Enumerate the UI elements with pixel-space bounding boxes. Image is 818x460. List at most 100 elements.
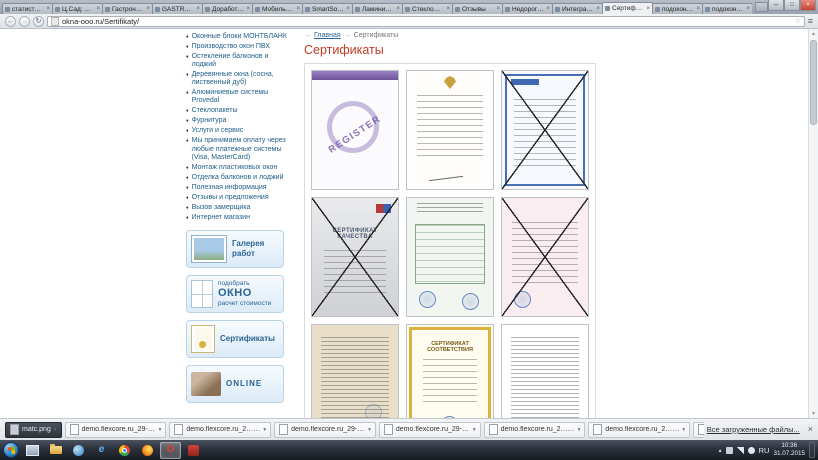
start-button[interactable]: [3, 442, 19, 458]
downloads-close-icon[interactable]: ×: [808, 425, 813, 434]
internet-explorer-taskbar-icon[interactable]: e: [91, 442, 112, 459]
browser-tab[interactable]: Стекломат…×: [402, 3, 453, 14]
address-bar[interactable]: okna-ooo.ru/Sertifikaty/ ☆: [47, 16, 805, 27]
download-item[interactable]: demo.flexcore.ru_29-….csv▾: [274, 422, 376, 438]
widget-online-consultant[interactable]: ONLINE: [186, 365, 284, 403]
sidebar-menu-item[interactable]: ♦Монтаж пластиковых окон: [186, 164, 294, 173]
sidebar-menu-item[interactable]: ♦Остекление балконов и лоджий: [186, 53, 294, 70]
certificate-thumbnail[interactable]: СЕРТИФИКАТ СООТВЕТСТВИЯ: [406, 324, 494, 418]
browser-tab[interactable]: Доработк…×: [202, 3, 253, 14]
tray-expand-icon[interactable]: ▴: [719, 447, 722, 454]
forward-button[interactable]: →: [19, 16, 30, 27]
certificate-thumbnail[interactable]: СЕРТИФИКАТ КАЧЕСТВА: [311, 197, 399, 317]
picture-app-taskbar-icon[interactable]: [22, 442, 43, 459]
tab-close-icon[interactable]: ×: [346, 6, 350, 12]
breadcrumb-home-link[interactable]: Главная: [314, 32, 341, 39]
sidebar-menu-item[interactable]: ♦Отделка балконов и лоджий: [186, 174, 294, 183]
reload-button[interactable]: ↻: [33, 16, 44, 27]
scrollbar-thumb[interactable]: [810, 40, 817, 125]
browser-tab[interactable]: Отзывы×: [452, 3, 503, 14]
certificate-thumbnail[interactable]: [501, 197, 589, 317]
certificate-thumbnail[interactable]: [501, 70, 589, 190]
sidebar-menu-item[interactable]: ♦Отзывы и предложения: [186, 194, 294, 203]
certificate-thumbnail[interactable]: [501, 324, 589, 418]
tab-close-icon[interactable]: ×: [246, 6, 250, 12]
tab-close-icon[interactable]: ×: [696, 6, 700, 12]
tab-close-icon[interactable]: ×: [146, 6, 150, 12]
browser-tab[interactable]: подоконник…×: [652, 3, 703, 14]
widget-window-calculator[interactable]: подобрать ОКНО расчет стоимости: [186, 275, 284, 313]
language-indicator[interactable]: RU: [759, 446, 770, 455]
browser-tab[interactable]: Мобильнос…×: [252, 3, 303, 14]
back-button[interactable]: ←: [5, 16, 16, 27]
media-player-taskbar-icon[interactable]: [68, 442, 89, 459]
firefox-taskbar-icon[interactable]: [137, 442, 158, 459]
download-item[interactable]: demo.flexcore.ru_2….html▾: [169, 422, 271, 438]
download-caret-icon[interactable]: ▾: [578, 427, 581, 433]
sidebar-menu-item[interactable]: ♦Вызов замерщика: [186, 204, 294, 213]
tab-close-icon[interactable]: ×: [396, 6, 400, 12]
tab-close-icon[interactable]: ×: [96, 6, 100, 12]
download-caret-icon[interactable]: ▾: [54, 427, 57, 433]
download-caret-icon[interactable]: ▾: [159, 427, 162, 433]
sidebar-menu-item[interactable]: ♦Мы принимаем оплату через любые платежн…: [186, 137, 294, 162]
tab-close-icon[interactable]: ×: [546, 6, 550, 12]
browser-tab[interactable]: статистика×: [2, 3, 53, 14]
widget-gallery[interactable]: Галерея работ: [186, 230, 284, 268]
sidebar-menu-item[interactable]: ♦Фурнитура: [186, 117, 294, 126]
browser-tab[interactable]: GASTRONO…×: [152, 3, 203, 14]
new-tab-button[interactable]: [755, 2, 768, 12]
sidebar-menu-item[interactable]: ♦Производство окон ПВХ: [186, 43, 294, 52]
window-maximize-button[interactable]: □: [784, 0, 800, 11]
tab-close-icon[interactable]: ×: [296, 6, 300, 12]
download-caret-icon[interactable]: ▾: [368, 427, 371, 433]
tab-close-icon[interactable]: ×: [46, 6, 50, 12]
show-desktop-button[interactable]: [809, 442, 815, 458]
certificate-thumbnail[interactable]: REGISTER: [311, 70, 399, 190]
download-caret-icon[interactable]: ▾: [263, 427, 266, 433]
tab-close-icon[interactable]: ×: [496, 6, 500, 12]
certificate-thumbnail[interactable]: [406, 70, 494, 190]
scroll-down-icon[interactable]: ▼: [809, 409, 818, 418]
tray-network-icon[interactable]: [737, 447, 744, 454]
tab-close-icon[interactable]: ×: [196, 6, 200, 12]
vertical-scrollbar[interactable]: ▲ ▼: [808, 29, 818, 418]
tab-close-icon[interactable]: ×: [446, 6, 450, 12]
red-app-taskbar-icon[interactable]: [183, 442, 204, 459]
widget-certificates[interactable]: Сертификаты: [186, 320, 284, 358]
sidebar-menu-item[interactable]: ♦Деревянные окна (сосна, лиственный дуб): [186, 71, 294, 88]
window-close-button[interactable]: ×: [800, 0, 816, 11]
browser-tab[interactable]: SmartSoluti…×: [302, 3, 353, 14]
chrome-taskbar-icon[interactable]: [114, 442, 135, 459]
scroll-up-icon[interactable]: ▲: [809, 29, 818, 38]
sidebar-menu-item[interactable]: ♦Услуги и сервис: [186, 127, 294, 136]
tab-close-icon[interactable]: ×: [596, 6, 600, 12]
download-caret-icon[interactable]: ▾: [473, 427, 476, 433]
sidebar-menu-item[interactable]: ♦Полезная информация: [186, 184, 294, 193]
tab-close-icon[interactable]: ×: [646, 6, 650, 12]
browser-tab[interactable]: Сертификат…×: [602, 2, 653, 14]
download-item[interactable]: demo.flexcore.ru_29-….csv▾: [65, 422, 167, 438]
download-item[interactable]: demo.flexcore.ru_2….html▾: [484, 422, 586, 438]
download-caret-icon[interactable]: ▾: [682, 427, 685, 433]
window-minimize-button[interactable]: ─: [768, 0, 784, 11]
browser-tab[interactable]: Ламиниро…×: [352, 3, 403, 14]
browser-tab[interactable]: Ц.Сад: Чемп…×: [52, 3, 103, 14]
tray-volume-icon[interactable]: [748, 447, 755, 454]
browser-tab[interactable]: Интеграци…×: [552, 3, 603, 14]
sidebar-menu-item[interactable]: ♦Стеклопакеты: [186, 107, 294, 116]
download-item[interactable]: demo.flexcore.ru_2….html▾: [588, 422, 690, 438]
tray-status-icon[interactable]: [726, 447, 733, 454]
clock[interactable]: 10:36 31.07.2015: [773, 442, 805, 458]
opera-taskbar-icon[interactable]: O: [160, 442, 181, 459]
sidebar-menu-item[interactable]: ♦Интернет магазин: [186, 214, 294, 223]
bookmark-star-icon[interactable]: ☆: [794, 17, 800, 25]
download-item[interactable]: demo.flexcore.ru_29-….csv▾: [379, 422, 481, 438]
sidebar-menu-item[interactable]: ♦Оконные блоки МОНТБЛАНК: [186, 33, 294, 42]
sidebar-menu-item[interactable]: ♦Алюминиевые системы Provedal: [186, 89, 294, 106]
tab-close-icon[interactable]: ×: [746, 6, 750, 12]
browser-menu-icon[interactable]: ≡: [808, 17, 813, 26]
browser-tab[interactable]: Недорогие…×: [502, 3, 553, 14]
browser-tab[interactable]: Гастрономи…×: [102, 3, 153, 14]
download-item[interactable]: demo.flexcore.ru_2….html▾: [693, 422, 704, 438]
